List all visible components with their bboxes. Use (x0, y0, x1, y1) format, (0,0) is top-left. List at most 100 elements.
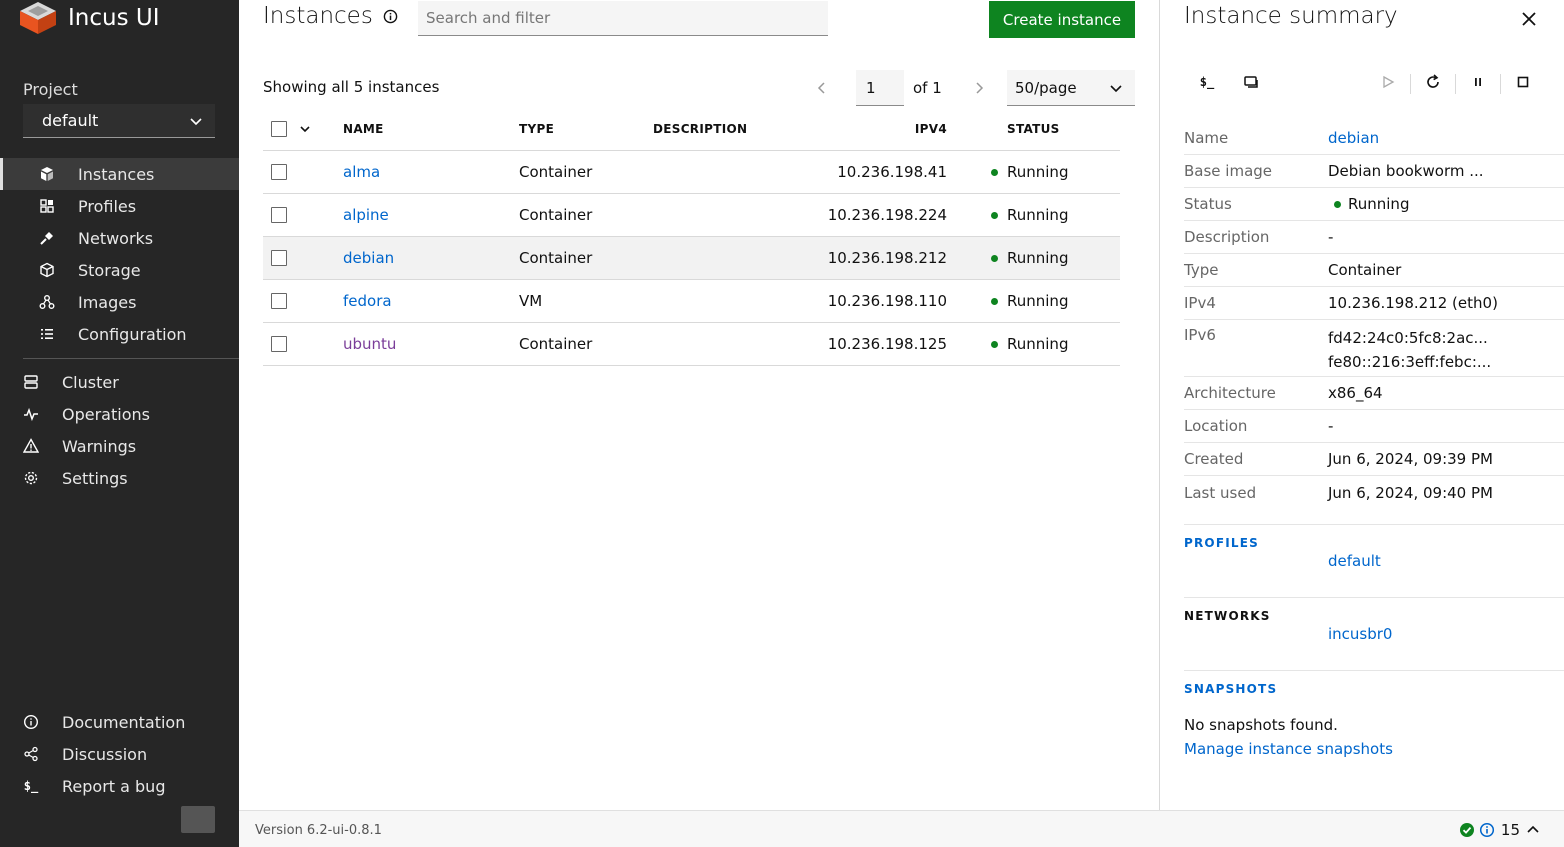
field-label: Architecture (1184, 384, 1276, 402)
sidebar-item-discussion[interactable]: Discussion (0, 738, 239, 770)
images-icon (38, 293, 56, 311)
summary-row-base-image: Base image Debian bookworm ... (1184, 155, 1564, 188)
sidebar-item-label: Warnings (62, 436, 137, 456)
sidebar-item-networks[interactable]: Networks (0, 222, 239, 254)
stop-button[interactable] (1511, 70, 1535, 94)
sidebar-item-label: Images (78, 292, 137, 312)
field-value: Container (1328, 261, 1402, 279)
operations-count: 15 (1500, 821, 1520, 839)
summary-details: Name debian Base image Debian bookworm .… (1184, 122, 1564, 509)
column-header-name[interactable]: NAME (343, 122, 519, 136)
chevron-down-icon[interactable] (299, 123, 311, 135)
row-checkbox[interactable] (271, 164, 287, 180)
close-icon[interactable] (1518, 8, 1540, 30)
sidebar-item-documentation[interactable]: Documentation (0, 706, 239, 738)
field-value: fd42:24c0:5fc8:2ac... (1328, 329, 1488, 347)
instance-name-link[interactable]: debian (1328, 129, 1379, 147)
field-label: Last used (1184, 483, 1257, 502)
sidebar-item-configuration[interactable]: Configuration (0, 318, 239, 350)
row-checkbox[interactable] (271, 250, 287, 266)
status-dot-icon (991, 211, 998, 219)
column-header-description[interactable]: DESCRIPTION (653, 122, 803, 136)
summary-row-created: Created Jun 6, 2024, 09:39 PM (1184, 443, 1564, 476)
success-icon (1459, 823, 1474, 837)
table-row[interactable]: fedora VM 10.236.198.110 Running (263, 280, 1120, 323)
column-header-ipv4[interactable]: IPV4 (803, 122, 947, 136)
instance-name-link[interactable]: fedora (343, 292, 392, 310)
instance-ipv4: 10.236.198.41 (837, 163, 947, 181)
row-checkbox[interactable] (271, 207, 287, 223)
field-value: x86_64 (1328, 384, 1383, 402)
previous-page-button[interactable] (809, 75, 835, 101)
instance-name-link[interactable]: alpine (343, 206, 389, 224)
start-button[interactable] (1376, 70, 1400, 94)
per-page-select[interactable]: 50/page (1007, 70, 1135, 106)
sidebar-item-operations[interactable]: Operations (0, 398, 239, 430)
pause-icon (1475, 78, 1481, 86)
terminal-icon: $_ (23, 779, 39, 793)
information-icon (1479, 822, 1494, 838)
column-header-type[interactable]: TYPE (519, 122, 653, 136)
table-row[interactable]: ubuntu Container 10.236.198.125 Running (263, 323, 1120, 366)
search-input[interactable] (418, 1, 828, 36)
section-divider (1184, 670, 1564, 671)
sidebar-item-label: Cluster (62, 372, 119, 392)
sidebar-item-profiles[interactable]: Profiles (0, 190, 239, 222)
instance-name-link[interactable]: debian (343, 249, 394, 267)
freeze-button[interactable] (1466, 70, 1490, 94)
field-value: Jun 6, 2024, 09:40 PM (1328, 483, 1493, 502)
chevron-left-icon (817, 82, 825, 94)
summary-row-architecture: Architecture x86_64 (1184, 377, 1564, 410)
profile-link[interactable]: default (1328, 552, 1381, 570)
sidebar-item-label: Networks (78, 228, 154, 248)
restart-icon (1427, 74, 1439, 88)
instance-name-link[interactable]: alma (343, 163, 380, 181)
sidebar-item-cluster[interactable]: Cluster (0, 366, 239, 398)
operations-status-button[interactable]: 15 (1459, 821, 1544, 839)
status-dot-icon (991, 340, 998, 348)
sidebar-item-settings[interactable]: Settings (0, 462, 239, 494)
table-row[interactable]: alpine Container 10.236.198.224 Running (263, 194, 1120, 237)
row-checkbox[interactable] (271, 336, 287, 352)
snapshots-heading-link[interactable]: SNAPSHOTS (1184, 682, 1277, 696)
sidebar-item-label: Profiles (78, 196, 137, 216)
instance-status: Running (1007, 335, 1069, 353)
summary-row-description: Description - (1184, 221, 1564, 254)
page-number-input[interactable]: 1 (856, 70, 904, 106)
field-label: Base image (1184, 162, 1273, 180)
sidebar-item-instances[interactable]: Instances (0, 158, 239, 190)
field-label: Type (1184, 261, 1219, 279)
column-header-status[interactable]: STATUS (947, 122, 1060, 136)
open-terminal-button[interactable]: $_ (1195, 70, 1219, 94)
sidebar-item-report-bug[interactable]: $_ Report a bug (0, 770, 239, 802)
sidebar-item-storage[interactable]: Storage (0, 254, 239, 286)
table-row-selected[interactable]: debian Container 10.236.198.212 Running (263, 237, 1120, 280)
manage-snapshots-link[interactable]: Manage instance snapshots (1184, 740, 1393, 758)
chevron-down-icon (190, 117, 202, 125)
sidebar-item-warnings[interactable]: Warnings (0, 430, 239, 462)
instance-type: Container (519, 206, 593, 224)
restart-button[interactable] (1421, 70, 1445, 94)
sidebar-item-images[interactable]: Images (0, 286, 239, 318)
select-all-checkbox[interactable] (271, 121, 287, 137)
field-label: IPv6 (1184, 326, 1216, 344)
open-console-button[interactable] (1239, 70, 1263, 94)
information-icon (22, 713, 40, 731)
create-instance-button[interactable]: Create instance (989, 1, 1135, 38)
profiles-heading-link[interactable]: PROFILES (1184, 536, 1259, 550)
info-icon[interactable] (383, 9, 398, 24)
project-select[interactable]: default (23, 104, 215, 138)
summary-row-ipv6: IPv6 fd42:24c0:5fc8:2ac... fe80::216:3ef… (1184, 320, 1564, 377)
app-logo[interactable]: Incus UI (18, 0, 160, 36)
table-header: NAME TYPE DESCRIPTION IPV4 STATUS (263, 108, 1120, 151)
field-value: Debian bookworm ... (1328, 162, 1484, 180)
table-row[interactable]: alma Container 10.236.198.41 Running (263, 151, 1120, 194)
row-checkbox[interactable] (271, 293, 287, 309)
instance-ipv4: 10.236.198.212 (827, 249, 947, 267)
instance-name-link[interactable]: ubuntu (343, 335, 396, 353)
next-page-button[interactable] (966, 75, 992, 101)
network-link[interactable]: incusbr0 (1328, 625, 1392, 643)
instances-icon (38, 165, 56, 183)
sidebar-collapse-button[interactable] (181, 806, 215, 833)
action-separator (1500, 74, 1501, 94)
